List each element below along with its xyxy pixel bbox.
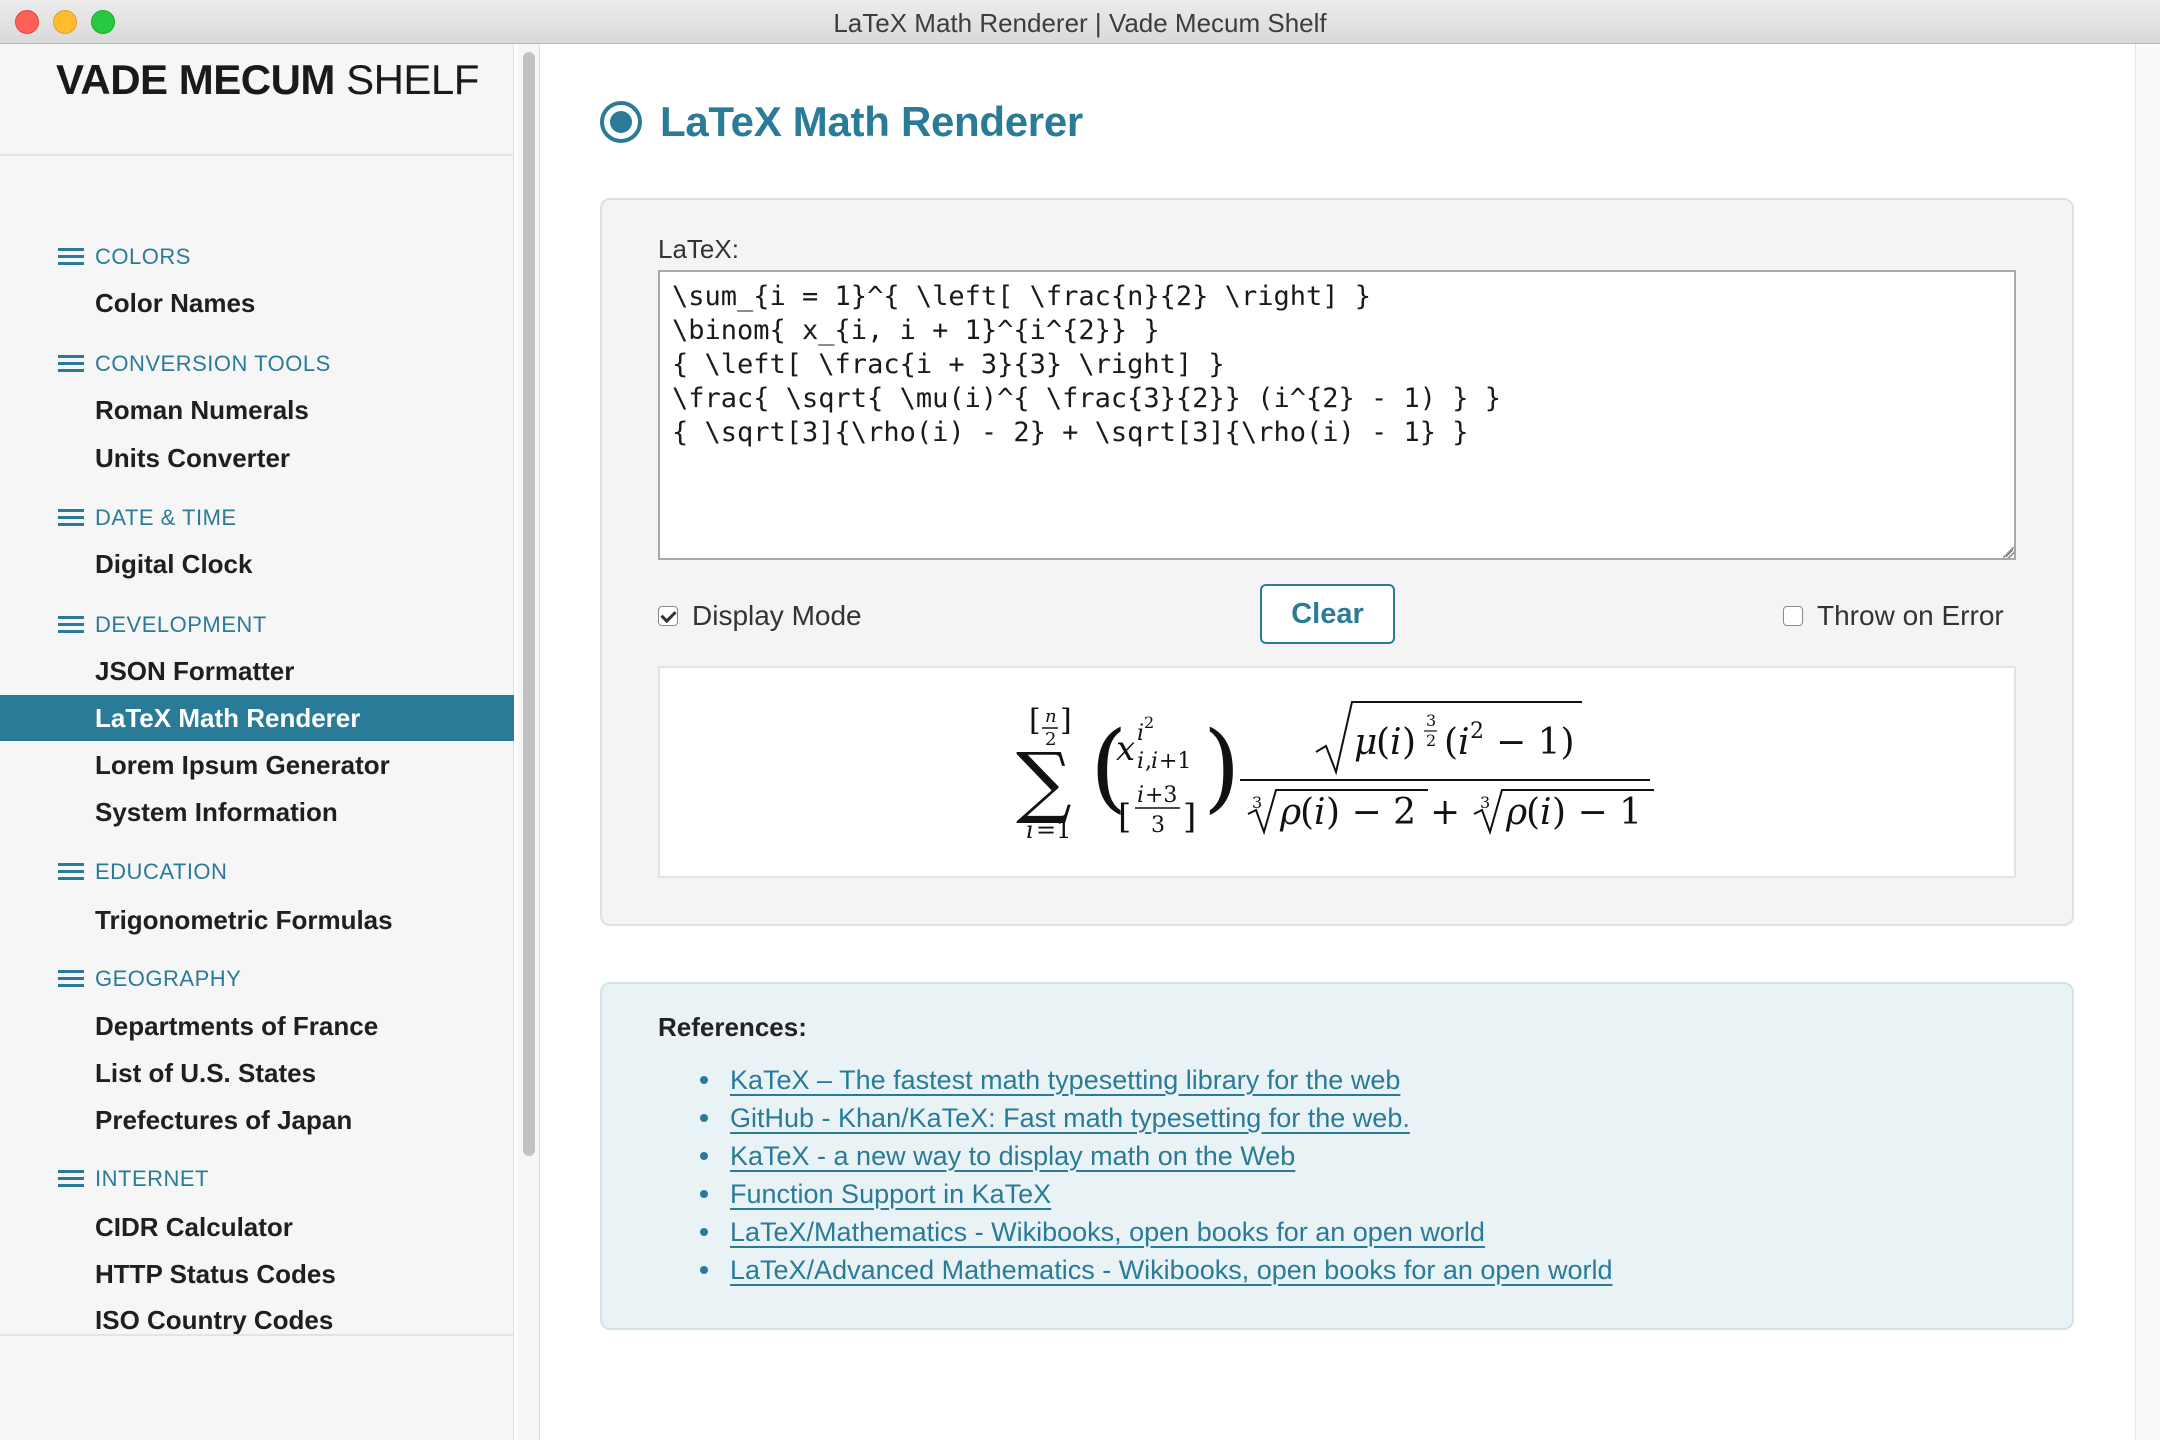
svg-text:ρ: ρ bbox=[1279, 792, 1301, 833]
svg-text:3: 3 bbox=[1426, 711, 1436, 730]
svg-text:]: ] bbox=[1060, 703, 1072, 738]
reference-link[interactable]: KaTeX - a new way to display math on the… bbox=[730, 1141, 1295, 1172]
svg-text:=1: =1 bbox=[1036, 816, 1071, 844]
references-title: References: bbox=[658, 1012, 807, 1042]
svg-text:2: 2 bbox=[1470, 719, 1484, 744]
svg-text:x: x bbox=[1116, 729, 1135, 769]
svg-text:i: i bbox=[1314, 792, 1326, 833]
reference-item: KaTeX – The fastest math typesetting lib… bbox=[700, 1062, 1400, 1098]
svg-text:+1: +1 bbox=[1159, 749, 1191, 774]
svg-text:i: i bbox=[1151, 749, 1158, 774]
svg-text:[: [ bbox=[1029, 703, 1041, 738]
svg-text:μ: μ bbox=[1354, 722, 1377, 763]
reference-link[interactable]: Function Support in KaTeX bbox=[730, 1179, 1051, 1210]
bullet-icon bbox=[700, 1076, 708, 1084]
svg-text:n: n bbox=[1045, 706, 1057, 727]
bullet-icon bbox=[700, 1190, 708, 1198]
svg-text:(: ( bbox=[1376, 722, 1390, 763]
reference-item: LaTeX/Mathematics - Wikibooks, open book… bbox=[700, 1214, 1485, 1250]
svg-text:∑: ∑ bbox=[1016, 737, 1072, 827]
svg-text:): ) bbox=[1402, 722, 1416, 763]
svg-text:+3: +3 bbox=[1145, 783, 1177, 808]
reference-link[interactable]: LaTeX/Mathematics - Wikibooks, open book… bbox=[730, 1217, 1485, 1248]
svg-text:− 1): − 1) bbox=[1496, 722, 1575, 763]
svg-text:ρ: ρ bbox=[1505, 792, 1527, 833]
reference-item: LaTeX/Advanced Mathematics - Wikibooks, … bbox=[700, 1252, 1612, 1288]
svg-text:i: i bbox=[1458, 722, 1470, 763]
svg-text:): ) bbox=[1203, 711, 1240, 823]
svg-text:(: ( bbox=[1444, 722, 1458, 763]
svg-text:3: 3 bbox=[1252, 793, 1262, 812]
reference-link[interactable]: GitHub - Khan/KaTeX: Fast math typesetti… bbox=[730, 1103, 1410, 1134]
svg-text:i: i bbox=[1137, 749, 1144, 774]
svg-text:2: 2 bbox=[1426, 731, 1436, 750]
reference-item: Function Support in KaTeX bbox=[700, 1176, 1051, 1212]
svg-text:+: + bbox=[1430, 792, 1460, 833]
bullet-icon bbox=[700, 1152, 708, 1160]
svg-text:i: i bbox=[1390, 722, 1402, 763]
svg-text:(: ( bbox=[1300, 792, 1314, 833]
svg-text:[: [ bbox=[1118, 797, 1131, 837]
svg-text:i: i bbox=[1137, 721, 1144, 746]
reference-link[interactable]: LaTeX/Advanced Mathematics - Wikibooks, … bbox=[730, 1255, 1612, 1286]
svg-text:i: i bbox=[1137, 783, 1144, 808]
svg-text:]: ] bbox=[1183, 797, 1196, 837]
reference-item: KaTeX - a new way to display math on the… bbox=[700, 1138, 1295, 1174]
svg-text:(: ( bbox=[1526, 792, 1540, 833]
svg-text:i: i bbox=[1026, 816, 1034, 844]
reference-item: GitHub - Khan/KaTeX: Fast math typesetti… bbox=[700, 1100, 1410, 1136]
svg-text:i: i bbox=[1540, 792, 1552, 833]
svg-text:) − 1: ) − 1 bbox=[1552, 792, 1642, 833]
svg-text:3: 3 bbox=[1151, 813, 1165, 838]
svg-text:2: 2 bbox=[1144, 713, 1154, 732]
reference-link[interactable]: KaTeX – The fastest math typesetting lib… bbox=[730, 1065, 1400, 1096]
bullet-icon bbox=[700, 1114, 708, 1122]
svg-text:) − 2: ) − 2 bbox=[1326, 792, 1416, 833]
bullet-icon bbox=[700, 1228, 708, 1236]
bullet-icon bbox=[700, 1266, 708, 1274]
